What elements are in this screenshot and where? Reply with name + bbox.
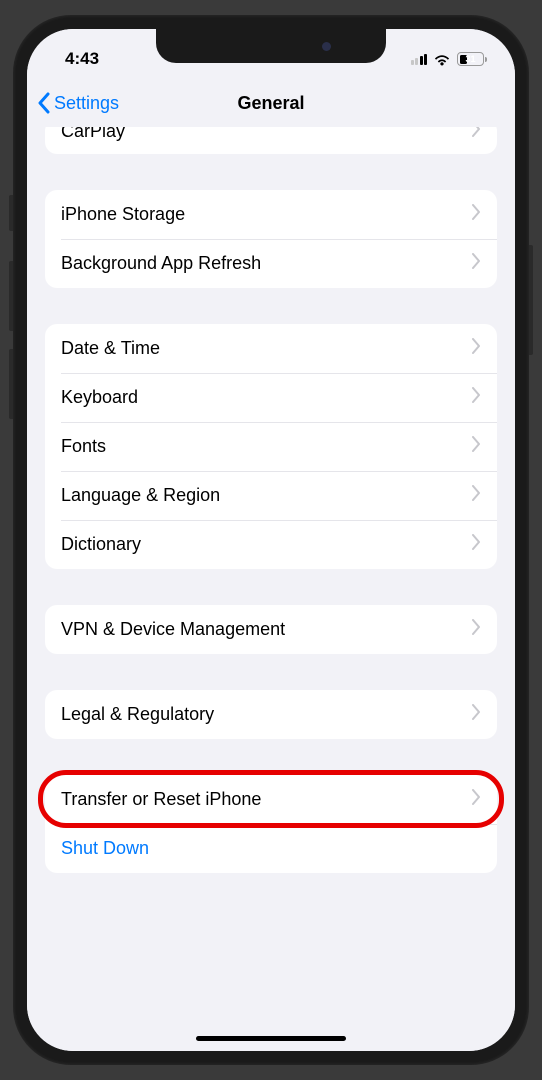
settings-group: iPhone Storage Background App Refresh bbox=[45, 190, 497, 288]
nav-bar: Settings General bbox=[27, 79, 515, 127]
settings-group: Legal & Regulatory bbox=[45, 690, 497, 739]
phone-frame: 4:43 31 bbox=[13, 15, 529, 1065]
status-right: 31 bbox=[411, 52, 488, 66]
back-button[interactable]: Settings bbox=[37, 92, 119, 114]
wifi-icon bbox=[433, 53, 451, 66]
chevron-right-icon bbox=[472, 253, 481, 274]
row-label: CarPlay bbox=[61, 127, 125, 142]
settings-content[interactable]: CarPlay iPhone Storage Background App Re… bbox=[27, 127, 515, 1051]
settings-group: Date & Time Keyboard Fonts bbox=[45, 324, 497, 569]
settings-group: CarPlay bbox=[45, 127, 497, 154]
home-indicator[interactable] bbox=[196, 1036, 346, 1041]
cellular-signal-icon bbox=[411, 54, 428, 65]
row-label: Legal & Regulatory bbox=[61, 704, 214, 725]
chevron-right-icon bbox=[472, 789, 481, 810]
screen: 4:43 31 bbox=[27, 29, 515, 1051]
row-background-app-refresh[interactable]: Background App Refresh bbox=[45, 239, 497, 288]
chevron-right-icon bbox=[472, 704, 481, 725]
row-label: iPhone Storage bbox=[61, 204, 185, 225]
back-label: Settings bbox=[54, 93, 119, 114]
row-label: Background App Refresh bbox=[61, 253, 261, 274]
row-label: Shut Down bbox=[61, 838, 149, 859]
row-date-time[interactable]: Date & Time bbox=[45, 324, 497, 373]
page-title: General bbox=[237, 93, 304, 114]
chevron-right-icon bbox=[472, 485, 481, 506]
row-language-region[interactable]: Language & Region bbox=[45, 471, 497, 520]
row-shut-down[interactable]: Shut Down bbox=[45, 824, 497, 873]
chevron-right-icon bbox=[472, 619, 481, 640]
chevron-left-icon bbox=[37, 92, 50, 114]
battery-percent: 31 bbox=[465, 54, 475, 64]
chevron-right-icon bbox=[472, 338, 481, 359]
row-carplay[interactable]: CarPlay bbox=[45, 127, 497, 154]
row-vpn-device-management[interactable]: VPN & Device Management bbox=[45, 605, 497, 654]
chevron-right-icon bbox=[472, 387, 481, 408]
settings-group: Transfer or Reset iPhone Shut Down bbox=[45, 775, 497, 873]
row-label: Language & Region bbox=[61, 485, 220, 506]
battery-icon: 31 bbox=[457, 52, 487, 66]
row-fonts[interactable]: Fonts bbox=[45, 422, 497, 471]
chevron-right-icon bbox=[472, 204, 481, 225]
settings-group: VPN & Device Management bbox=[45, 605, 497, 654]
chevron-right-icon bbox=[472, 436, 481, 457]
row-label: Keyboard bbox=[61, 387, 138, 408]
row-iphone-storage[interactable]: iPhone Storage bbox=[45, 190, 497, 239]
row-label: Dictionary bbox=[61, 534, 141, 555]
status-time: 4:43 bbox=[65, 49, 99, 69]
row-label: Date & Time bbox=[61, 338, 160, 359]
chevron-right-icon bbox=[472, 127, 481, 142]
row-label: Fonts bbox=[61, 436, 106, 457]
phone-side-buttons-right bbox=[529, 245, 533, 355]
row-dictionary[interactable]: Dictionary bbox=[45, 520, 497, 569]
camera-icon bbox=[322, 42, 331, 51]
chevron-right-icon bbox=[472, 534, 481, 555]
phone-side-buttons-left bbox=[9, 195, 13, 437]
row-label: Transfer or Reset iPhone bbox=[61, 789, 261, 810]
row-transfer-reset[interactable]: Transfer or Reset iPhone bbox=[45, 775, 497, 824]
row-keyboard[interactable]: Keyboard bbox=[45, 373, 497, 422]
row-label: VPN & Device Management bbox=[61, 619, 285, 640]
row-legal-regulatory[interactable]: Legal & Regulatory bbox=[45, 690, 497, 739]
notch bbox=[156, 29, 386, 63]
